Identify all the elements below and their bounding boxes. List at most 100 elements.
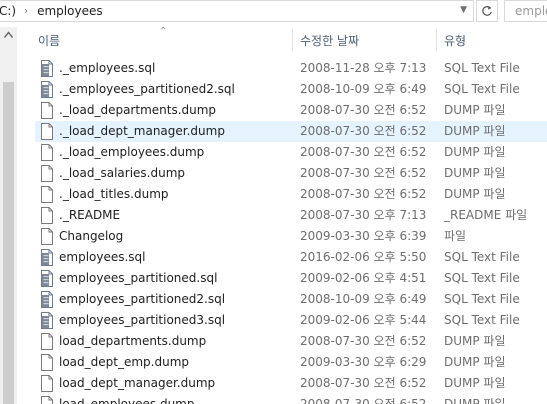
file-row[interactable]: ._load_dept_manager.dump 2008-07-30 오전 6:… [35, 121, 547, 142]
file-row[interactable]: ._employees.sql 2008-11-28 오후 7:13 SQL Tex… [35, 58, 547, 79]
breadcrumb-drive[interactable]: C:) [0, 4, 16, 18]
file-name: employees_partitioned3.sql [59, 313, 226, 327]
file-date: 2009-03-30 오후 6:39 [300, 229, 427, 243]
file-icon [40, 207, 54, 224]
sort-ascending-icon: ⌃ [159, 26, 168, 37]
file-icon [40, 354, 54, 371]
file-type: DUMP 파일 [444, 166, 506, 180]
file-type: SQL Text File [444, 250, 520, 264]
file-name: ._load_salaries.dump [59, 166, 185, 180]
file-row[interactable]: ._load_departments.dump 2008-07-30 오전 6:5… [35, 100, 547, 121]
file-icon [40, 123, 54, 140]
file-name: load_dept_emp.dump [59, 355, 190, 369]
file-row[interactable]: load_departments.dump 2008-07-30 오전 6:52 D… [35, 331, 547, 352]
file-icon [40, 144, 54, 161]
column-header-name[interactable]: 이름 [38, 27, 60, 53]
refresh-button[interactable] [476, 0, 498, 22]
file-row[interactable]: load_employees.dump 2008-07-30 오전 6:52 DUM… [35, 394, 547, 404]
file-date: 2008-10-09 오후 6:49 [300, 82, 427, 96]
file-name: ._load_titles.dump [59, 187, 169, 201]
sql-file-icon [40, 249, 54, 266]
file-type: DUMP 파일 [444, 103, 506, 117]
search-placeholder: emplo [515, 4, 547, 18]
column-header-type[interactable]: 유형 [444, 27, 466, 53]
file-date: 2008-07-30 오전 6:52 [300, 187, 427, 201]
file-date: 2008-07-30 오전 6:52 [300, 166, 427, 180]
sql-file-icon [40, 81, 54, 98]
file-type: DUMP 파일 [444, 397, 506, 404]
file-type: _README 파일 [444, 208, 528, 222]
file-name: ._employees.sql [59, 61, 156, 75]
chevron-down-icon[interactable]: ▼ [460, 5, 467, 15]
file-row[interactable]: employees_partitioned3.sql 2009-02-06 오후 … [35, 310, 547, 331]
scrollbar-thumb[interactable] [3, 82, 14, 404]
file-type: SQL Text File [444, 292, 520, 306]
file-row[interactable]: load_dept_emp.dump 2009-03-30 오후 6:29 DUMP… [35, 352, 547, 373]
file-date: 2008-07-30 오전 6:52 [300, 334, 427, 348]
sql-file-icon [40, 312, 54, 329]
file-type: DUMP 파일 [444, 334, 506, 348]
file-name: load_dept_manager.dump [59, 376, 216, 390]
file-name: employees.sql [59, 250, 146, 264]
file-name: ._load_dept_manager.dump [59, 124, 225, 138]
file-icon [40, 186, 54, 203]
file-type: SQL Text File [444, 82, 520, 96]
file-date: 2008-07-30 오전 6:52 [300, 145, 427, 159]
sql-file-icon [40, 270, 54, 287]
file-name: ._load_departments.dump [59, 103, 217, 117]
file-icon [40, 375, 54, 392]
file-name: load_employees.dump [59, 397, 195, 404]
file-name: ._load_employees.dump [59, 145, 205, 159]
file-date: 2009-02-06 오후 4:51 [300, 271, 427, 285]
file-date: 2008-07-30 오전 6:52 [300, 397, 427, 404]
sql-file-icon [40, 291, 54, 308]
file-row[interactable]: employees_partitioned2.sql 2008-10-09 오후 … [35, 289, 547, 310]
file-name: Changelog [59, 229, 124, 243]
file-type: DUMP 파일 [444, 187, 506, 201]
column-header-date[interactable]: 수정한 날짜 [300, 27, 359, 53]
file-row[interactable]: ._load_salaries.dump 2008-07-30 오전 6:52 DU… [35, 163, 547, 184]
file-icon [40, 228, 54, 245]
refresh-icon [482, 6, 492, 16]
file-date: 2008-07-30 오전 6:52 [300, 103, 427, 117]
file-type: SQL Text File [444, 313, 520, 327]
file-row[interactable]: ._load_titles.dump 2008-07-30 오전 6:52 DUMP… [35, 184, 547, 205]
file-icon [40, 396, 54, 404]
file-name: employees_partitioned2.sql [59, 292, 226, 306]
file-icon [40, 165, 54, 182]
sql-file-icon [40, 60, 54, 77]
address-toolbar: C:) › employees ▼ emplo [0, 0, 547, 22]
column-divider[interactable] [292, 29, 293, 51]
file-row[interactable]: ._README 2008-07-30 오후 7:13 _README 파일 [35, 205, 547, 226]
vertical-scrollbar[interactable] [0, 27, 17, 404]
file-date: 2008-07-30 오전 6:52 [300, 376, 427, 390]
file-row[interactable]: ._employees_partitioned2.sql 2008-10-09 오… [35, 79, 547, 100]
file-date: 2008-11-28 오후 7:13 [300, 61, 427, 75]
file-type: DUMP 파일 [444, 145, 506, 159]
file-date: 2009-03-30 오후 6:29 [300, 355, 427, 369]
file-name: load_departments.dump [59, 334, 207, 348]
file-date: 2008-07-30 오전 6:52 [300, 124, 427, 138]
file-row[interactable]: ._load_employees.dump 2008-07-30 오전 6:52 D… [35, 142, 547, 163]
file-row[interactable]: employees.sql 2016-02-06 오후 5:50 SQL Text … [35, 247, 547, 268]
file-type: 파일 [444, 229, 467, 243]
column-divider[interactable] [436, 29, 437, 51]
file-date: 2008-07-30 오후 7:13 [300, 208, 427, 222]
file-date: 2016-02-06 오후 5:50 [300, 250, 427, 264]
file-type: DUMP 파일 [444, 355, 506, 369]
file-date: 2009-02-06 오후 5:44 [300, 313, 427, 327]
file-name: employees_partitioned.sql [59, 271, 218, 285]
file-row[interactable]: Changelog 2009-03-30 오후 6:39 파일 [35, 226, 547, 247]
breadcrumb-folder[interactable]: employees [37, 4, 102, 18]
scroll-up-arrow-icon[interactable] [4, 31, 13, 39]
search-input[interactable]: emplo [504, 0, 547, 22]
file-icon [40, 333, 54, 350]
file-row[interactable]: employees_partitioned.sql 2009-02-06 오후 4… [35, 268, 547, 289]
file-date: 2008-10-09 오후 6:49 [300, 292, 427, 306]
file-type: SQL Text File [444, 61, 520, 75]
address-bar[interactable]: C:) › employees ▼ [0, 0, 474, 22]
file-row[interactable]: load_dept_manager.dump 2008-07-30 오전 6:52… [35, 373, 547, 394]
breadcrumb-separator-icon[interactable]: › [24, 6, 28, 17]
file-type: DUMP 파일 [444, 124, 506, 138]
file-icon [40, 102, 54, 119]
